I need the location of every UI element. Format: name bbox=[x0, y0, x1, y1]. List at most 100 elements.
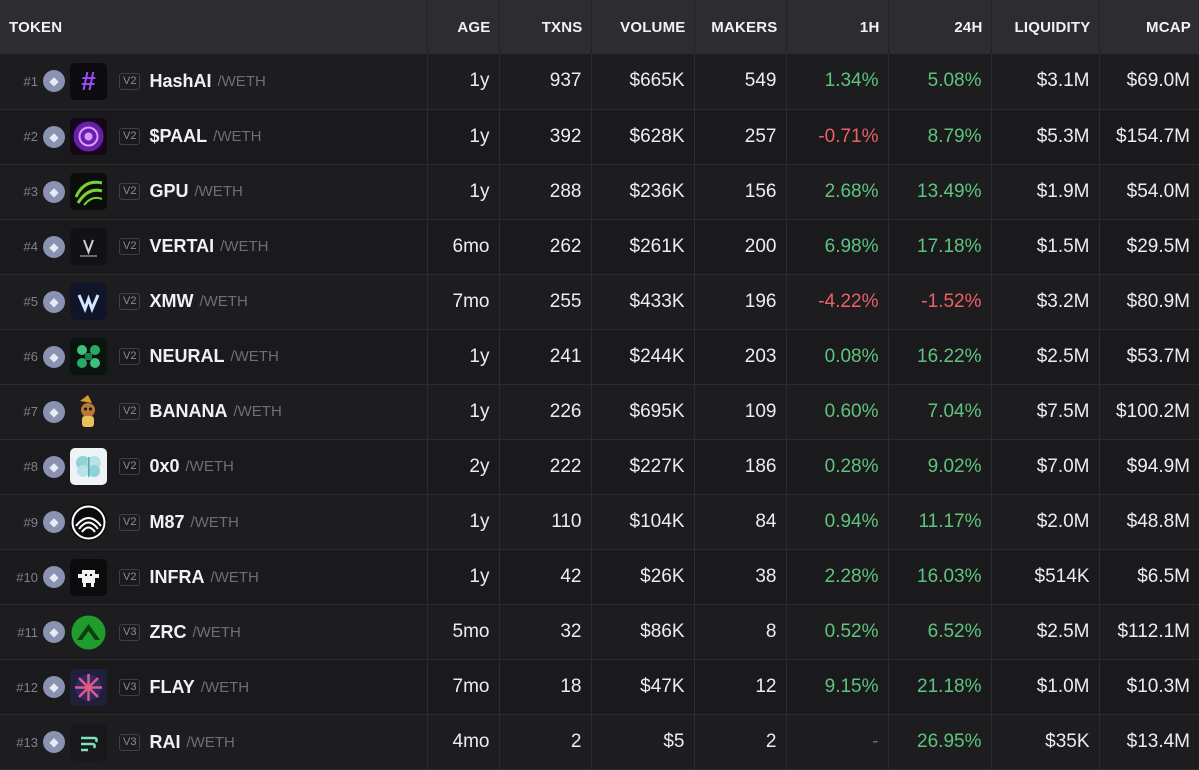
version-badge: V2 bbox=[119, 128, 141, 146]
change-24h-cell: 17.18% bbox=[888, 219, 992, 275]
col-1h[interactable]: 1H bbox=[786, 0, 889, 54]
token-cell[interactable]: #3 ◆ V2 GPU/WETH bbox=[0, 164, 428, 220]
table-header: TOKEN AGE TXNS VOLUME MAKERS 1H 24H LIQU… bbox=[0, 0, 1199, 54]
token-cell[interactable]: #6 ◆ V2 NEURAL/WETH bbox=[0, 329, 428, 385]
txns-cell: 42 bbox=[499, 549, 592, 606]
age-cell: 1y bbox=[427, 549, 500, 606]
change-24h-cell: 7.04% bbox=[888, 384, 992, 440]
volume-cell: $433K bbox=[591, 274, 695, 330]
col-mcap[interactable]: MCAP bbox=[1099, 0, 1199, 54]
table-row[interactable]: #7 ◆ V2 BANANA/WETH 1y 226 $695K 109 0.60% 7.04% $… bbox=[0, 384, 1199, 440]
table-row[interactable]: #1 ◆ # V2 HashAI/WETH 1y 937 $665K 549 1.34% 5.08%… bbox=[0, 54, 1199, 110]
token-symbol: XMW bbox=[149, 291, 194, 312]
quote-pair: /WETH bbox=[190, 513, 239, 531]
change-24h-cell: 16.03% bbox=[888, 549, 992, 606]
txns-cell: 255 bbox=[499, 274, 592, 330]
hash-logo-icon: # bbox=[65, 62, 107, 100]
col-24h[interactable]: 24H bbox=[888, 0, 992, 54]
volume-cell: $47K bbox=[591, 659, 695, 716]
rank-label: #5 bbox=[23, 294, 38, 310]
token-cell[interactable]: #4 ◆ V2 VERTAI/WETH bbox=[0, 219, 428, 275]
volume-cell: $261K bbox=[591, 219, 695, 275]
ethereum-icon: ◆ bbox=[43, 566, 65, 589]
change-24h-cell: 21.18% bbox=[888, 659, 992, 716]
liquidity-cell: $514K bbox=[991, 549, 1100, 606]
change-1h-cell: 9.15% bbox=[786, 659, 889, 716]
quote-pair: /WETH bbox=[200, 678, 250, 696]
change-1h-cell: 0.52% bbox=[786, 604, 889, 661]
col-age[interactable]: AGE bbox=[427, 0, 500, 54]
table-row[interactable]: #9 ◆ V2 M87/WETH 1y 110 $104K 84 0.94% 11.17% $2.0… bbox=[0, 494, 1199, 551]
token-cell[interactable]: #7 ◆ V2 BANANA/WETH bbox=[0, 384, 428, 440]
token-symbol: VERTAI bbox=[149, 236, 215, 257]
mcap-cell: $112.1M bbox=[1099, 604, 1199, 661]
col-liquidity[interactable]: LIQUIDITY bbox=[991, 0, 1100, 54]
col-volume[interactable]: VOLUME bbox=[591, 0, 695, 54]
quote-pair: /WETH bbox=[217, 72, 266, 90]
volume-cell: $695K bbox=[591, 384, 695, 440]
table-row[interactable]: #2 ◆ V2 $PAAL/WETH 1y 392 $628K 257 -0.71% 8.79% $… bbox=[0, 109, 1199, 165]
txns-cell: 262 bbox=[499, 219, 592, 275]
quote-pair: /WETH bbox=[199, 293, 248, 311]
version-badge: V3 bbox=[119, 678, 141, 696]
liquidity-cell: $2.5M bbox=[991, 604, 1100, 661]
ethereum-icon: ◆ bbox=[43, 621, 65, 644]
quote-pair: /WETH bbox=[194, 183, 243, 201]
version-badge: V2 bbox=[119, 568, 141, 586]
rank-label: #9 bbox=[23, 514, 38, 530]
liquidity-cell: $7.5M bbox=[991, 384, 1100, 440]
token-cell[interactable]: #2 ◆ V2 $PAAL/WETH bbox=[0, 109, 428, 165]
mcap-cell: $69.0M bbox=[1099, 54, 1199, 110]
table-row[interactable]: #6 ◆ V2 NEURAL/WETH 1y 241 $244K 203 0.08% 16.22%… bbox=[0, 329, 1199, 385]
change-1h-cell: -4.22% bbox=[786, 274, 889, 330]
mcap-cell: $29.5M bbox=[1099, 219, 1199, 275]
mcap-cell: $10.3M bbox=[1099, 659, 1199, 716]
table-row[interactable]: #4 ◆ V2 VERTAI/WETH 6mo 262 $261K 200 6.98% 17.18… bbox=[0, 219, 1199, 275]
txns-cell: 937 bbox=[499, 54, 592, 110]
ethereum-icon: ◆ bbox=[43, 290, 65, 313]
col-makers[interactable]: MAKERS bbox=[694, 0, 787, 54]
token-cell[interactable]: #12 ◆ V3 FLAY/WETH bbox=[0, 659, 428, 716]
makers-cell: 12 bbox=[694, 659, 787, 716]
ethereum-icon: ◆ bbox=[43, 400, 65, 423]
volume-cell: $104K bbox=[591, 494, 695, 551]
txns-cell: 392 bbox=[499, 109, 592, 165]
m87-logo-icon bbox=[65, 503, 107, 541]
version-badge: V2 bbox=[119, 72, 141, 90]
rank-label: #4 bbox=[23, 239, 38, 255]
token-cell[interactable]: #1 ◆ # V2 HashAI/WETH bbox=[0, 54, 428, 110]
version-badge: V2 bbox=[119, 293, 141, 311]
paal-logo-icon bbox=[65, 118, 107, 156]
table-row[interactable]: #5 ◆ V2 XMW/WETH 7mo 255 $433K 196 -4.22% -1.52% $… bbox=[0, 274, 1199, 330]
change-1h-cell: 0.08% bbox=[786, 329, 889, 385]
change-24h-cell: 16.22% bbox=[888, 329, 992, 385]
ethereum-icon: ◆ bbox=[43, 235, 65, 258]
change-1h-cell: 2.28% bbox=[786, 549, 889, 606]
token-cell[interactable]: #10 ◆ V2 INFRA/WETH bbox=[0, 549, 428, 606]
brain-logo-icon bbox=[65, 448, 107, 486]
table-row[interactable]: #12 ◆ V3 FLAY/WETH 7mo 18 $47K 12 9.15% 21.18% $1.… bbox=[0, 659, 1199, 716]
makers-cell: 8 bbox=[694, 604, 787, 661]
token-cell[interactable]: #11 ◆ V3 ZRC/WETH bbox=[0, 604, 428, 661]
table-row[interactable]: #3 ◆ V2 GPU/WETH 1y 288 $236K 156 2.68% 13.49% $1.… bbox=[0, 164, 1199, 220]
table-row[interactable]: #8 ◆ V2 0x0/WETH 2y 222 $227K 186 0.28% 9.02% $7.0… bbox=[0, 439, 1199, 496]
mcap-cell: $100.2M bbox=[1099, 384, 1199, 440]
col-txns[interactable]: TXNS bbox=[499, 0, 592, 54]
change-24h-cell: 26.95% bbox=[888, 714, 992, 770]
quote-pair: /WETH bbox=[233, 403, 282, 421]
token-cell[interactable]: #13 ◆ V3 RAI/WETH bbox=[0, 714, 428, 770]
table-row[interactable]: #13 ◆ V3 RAI/WETH 4mo 2 $5 2-26.95% $35K $13.4M bbox=[0, 714, 1199, 770]
table-row[interactable]: #10 ◆ V2 INFRA/WETH 1y 42 $26K 38 2.28% 16.03% $51… bbox=[0, 549, 1199, 606]
token-cell[interactable]: #5 ◆ V2 XMW/WETH bbox=[0, 274, 428, 330]
liquidity-cell: $1.5M bbox=[991, 219, 1100, 275]
age-cell: 1y bbox=[427, 494, 500, 551]
txns-cell: 18 bbox=[499, 659, 592, 716]
token-symbol: BANANA bbox=[149, 401, 228, 422]
col-token[interactable]: TOKEN bbox=[0, 0, 428, 54]
token-cell[interactable]: #8 ◆ V2 0x0/WETH bbox=[0, 439, 428, 496]
change-24h-cell: -1.52% bbox=[888, 274, 992, 330]
age-cell: 6mo bbox=[427, 219, 500, 275]
version-badge: V2 bbox=[119, 348, 141, 366]
table-row[interactable]: #11 ◆ V3 ZRC/WETH 5mo 32 $86K 8 0.52% 6.52% $2.5M $… bbox=[0, 604, 1199, 661]
token-cell[interactable]: #9 ◆ V2 M87/WETH bbox=[0, 494, 428, 551]
